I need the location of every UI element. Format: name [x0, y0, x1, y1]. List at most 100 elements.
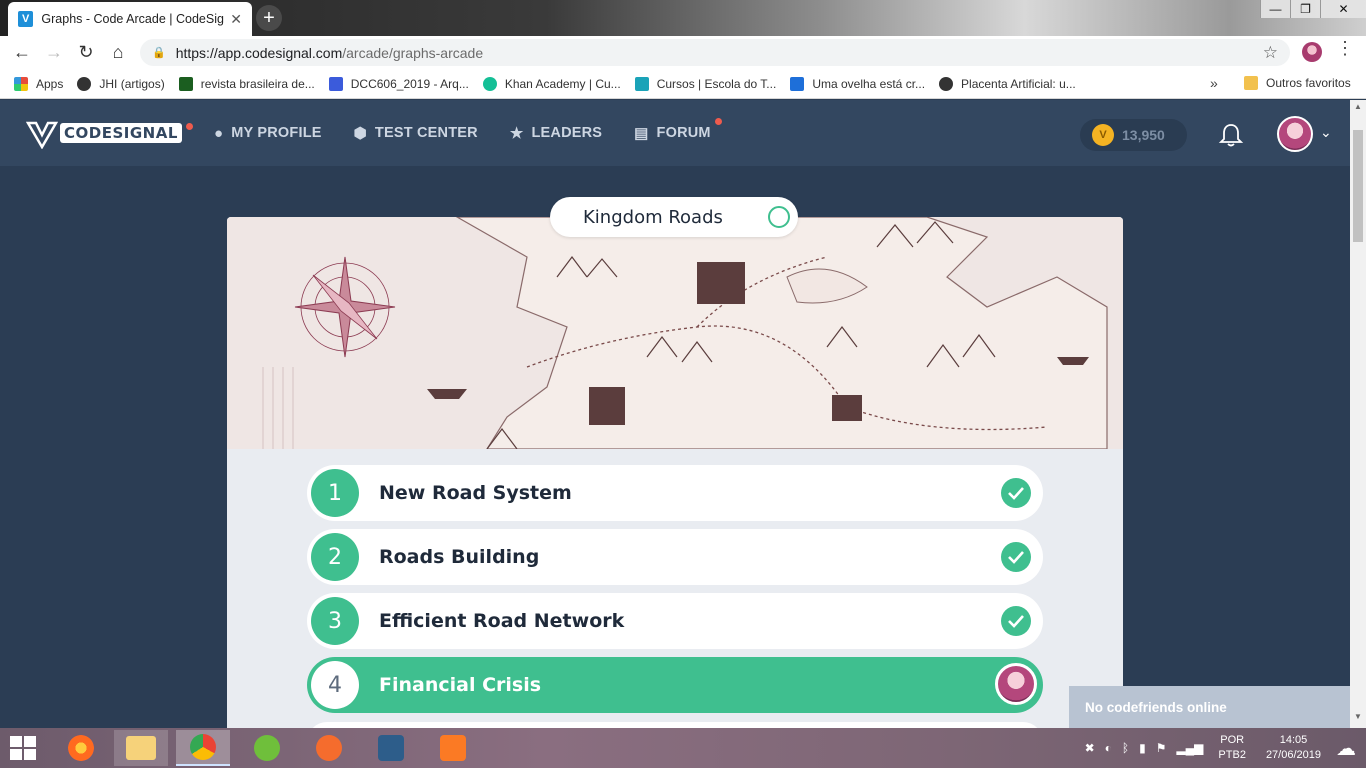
bookmark-revista[interactable]: revista brasileira de... [178, 76, 315, 91]
check-icon [1001, 542, 1031, 572]
windows-taskbar: ✖ ◐ ᛒ ▮ ⚑ ▂▄▆ POR PTB2 14:05 27/06/2019 … [0, 728, 1366, 768]
browser-menu-icon[interactable]: ⋮ [1336, 38, 1354, 59]
windows-start-icon[interactable] [10, 736, 36, 760]
bookmarks-overflow-icon[interactable]: » [1210, 75, 1218, 91]
scroll-down-icon[interactable]: ▼ [1354, 712, 1362, 721]
level-number: 1 [311, 469, 359, 517]
site-header: CODESIGNAL ● MY PROFILE ⬢ TEST CENTER ★ … [0, 100, 1350, 166]
minimize-button[interactable]: — [1260, 0, 1290, 18]
level-name: New Road System [379, 482, 572, 504]
bookmark-label: Apps [36, 76, 64, 91]
bookmark-jhi[interactable]: JHI (artigos) [77, 76, 165, 91]
browser-profile-avatar[interactable] [1302, 42, 1322, 62]
coin-value: 13,950 [1122, 127, 1165, 143]
weather-cloud-icon[interactable]: ☁ [1336, 736, 1356, 761]
forward-arrow-icon[interactable]: → [38, 37, 70, 69]
chrome-icon[interactable] [176, 730, 230, 766]
bookmark-ovelha[interactable]: Uma ovelha está cr... [790, 76, 926, 91]
bookmark-dcc606[interactable]: DCC606_2019 - Arq... [328, 76, 469, 91]
nav-forum[interactable]: ▤ FORUM [634, 118, 722, 142]
xampp-icon[interactable] [426, 730, 480, 766]
coin-icon: V [1092, 124, 1114, 146]
battery-icon[interactable]: ▮ [1139, 741, 1146, 755]
folder-icon [1244, 76, 1258, 90]
bookmark-placenta[interactable]: Placenta Artificial: u... [939, 76, 1076, 91]
user-avatar[interactable] [1277, 116, 1313, 152]
browser-toolbar: ← → ↻ ⌂ 🔒 https://app.codesignal.com/arc… [0, 36, 1366, 69]
url-path: /arcade/graphs-arcade [342, 44, 484, 61]
arcade-topic-title: Kingdom Roads [550, 197, 798, 237]
main-nav: ● MY PROFILE ⬢ TEST CENTER ★ LEADERS ▤ F… [214, 100, 743, 166]
origin-icon[interactable] [302, 730, 356, 766]
codesignal-logo[interactable]: CODESIGNAL [26, 117, 182, 149]
khan-academy-icon [482, 76, 497, 91]
bookmark-label: DCC606_2019 - Arq... [350, 76, 469, 91]
bookmark-star-icon[interactable]: ☆ [1263, 43, 1278, 63]
notification-dot [186, 123, 193, 130]
shield-icon: ⬢ [353, 125, 367, 142]
bell-icon[interactable] [1218, 122, 1244, 148]
topic-title-text: Kingdom Roads [583, 206, 723, 228]
reload-icon[interactable]: ↻ [70, 37, 102, 69]
back-arrow-icon[interactable]: ← [6, 37, 38, 69]
browser-tab[interactable]: V Graphs - Code Arcade | CodeSignal ✕ [8, 2, 252, 36]
restore-button[interactable]: ❐ [1290, 0, 1320, 18]
scroll-up-icon[interactable]: ▲ [1354, 102, 1362, 111]
level-row[interactable]: 1 New Road System [307, 465, 1043, 521]
coin-balance[interactable]: V 13,950 [1080, 119, 1187, 151]
address-bar[interactable]: 🔒 https://app.codesignal.com/arcade/grap… [140, 39, 1290, 66]
mysql-workbench-icon[interactable] [364, 730, 418, 766]
nav-test-center[interactable]: ⬢ TEST CENTER [354, 124, 478, 142]
codefriends-panel[interactable]: No codefriends online [1069, 686, 1350, 728]
new-tab-button[interactable]: + [256, 5, 282, 31]
check-icon [1001, 606, 1031, 636]
bluetooth-icon[interactable]: ᛒ [1122, 741, 1129, 755]
close-window-button[interactable]: ✕ [1320, 0, 1366, 18]
signal-icon[interactable]: ▂▄▆ [1176, 741, 1203, 755]
site-icon [790, 76, 805, 91]
clock-time: 14:05 [1279, 734, 1308, 746]
other-bookmarks[interactable]: Outros favoritos [1244, 76, 1351, 90]
home-icon[interactable]: ⌂ [102, 37, 134, 69]
level-name: Roads Building [379, 546, 540, 568]
bookmark-apps[interactable]: Apps [14, 76, 64, 91]
bookmark-khan[interactable]: Khan Academy | Cu... [482, 76, 621, 91]
user-icon: ● [214, 124, 224, 142]
progress-ring-icon [768, 206, 790, 228]
firefox-icon[interactable] [54, 730, 108, 766]
utorrent-icon[interactable] [240, 730, 294, 766]
level-number: 2 [311, 533, 359, 581]
page-scrollbar[interactable]: ▲ ▼ [1350, 100, 1366, 728]
bookmark-label: JHI (artigos) [99, 76, 165, 91]
tab-close-icon[interactable]: ✕ [230, 11, 242, 28]
level-row[interactable]: 3 Efficient Road Network [307, 593, 1043, 649]
level-row-active[interactable]: 4 Financial Crisis [307, 657, 1043, 713]
scroll-thumb[interactable] [1353, 130, 1363, 242]
nav-my-profile[interactable]: ● MY PROFILE [214, 125, 322, 142]
clock-date: 27/06/2019 [1265, 749, 1321, 761]
apps-grid-icon [14, 76, 28, 91]
bookmarks-bar: Apps JHI (artigos) revista brasileira de… [0, 69, 1366, 99]
language-indicator[interactable]: POR PTB2 [1218, 733, 1246, 763]
bookmark-label: Uma ovelha está cr... [812, 76, 926, 91]
bookmark-label: revista brasileira de... [200, 76, 315, 91]
chevron-down-icon[interactable]: ⌄ [1320, 124, 1332, 141]
nav-leaders[interactable]: ★ LEADERS [510, 124, 602, 142]
nav-label: FORUM [656, 125, 711, 141]
file-explorer-icon[interactable] [114, 730, 168, 766]
level-row[interactable]: 2 Roads Building [307, 529, 1043, 585]
bookmark-cursos[interactable]: Cursos | Escola do T... [634, 76, 777, 91]
network-warning-icon[interactable]: ✖ [1085, 741, 1095, 755]
system-clock[interactable]: 14:05 27/06/2019 [1266, 733, 1321, 763]
site-icon [328, 76, 343, 91]
check-icon [1001, 478, 1031, 508]
codesignal-logo-icon [26, 121, 58, 149]
flag-icon[interactable]: ⚑ [1156, 741, 1167, 755]
nav-label: TEST CENTER [374, 125, 478, 141]
bookmark-label: Cursos | Escola do T... [656, 76, 777, 91]
level-number: 3 [311, 597, 359, 645]
bookmark-label: Khan Academy | Cu... [504, 76, 621, 91]
speaker-muted-icon[interactable]: ◐ [1105, 741, 1112, 755]
browser-tabbar: V Graphs - Code Arcade | CodeSignal ✕ + … [0, 0, 1366, 36]
window-controls: — ❐ ✕ [1260, 0, 1366, 18]
